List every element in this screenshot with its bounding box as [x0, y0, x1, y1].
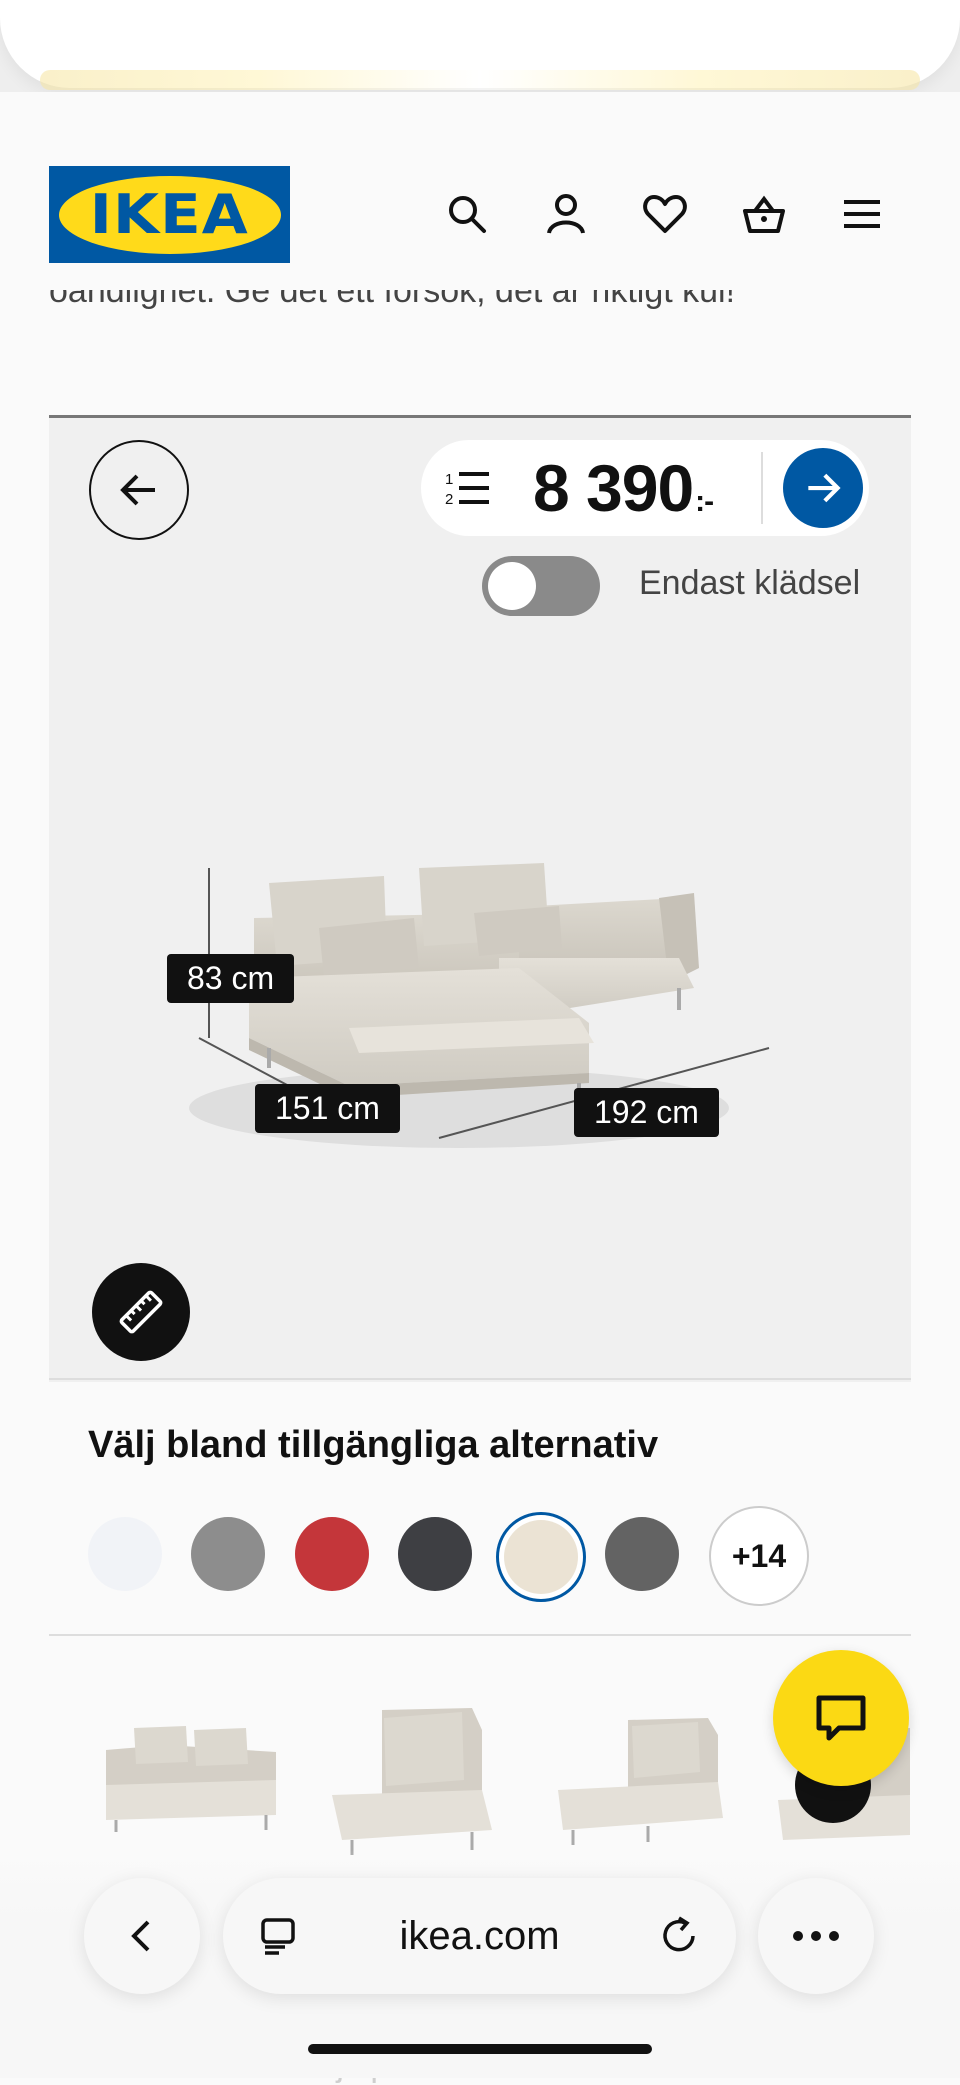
intro-text-content: oändlighet. Ge det ett försök, det är ri… [49, 290, 736, 310]
module-thumbnail-chaise[interactable] [548, 1690, 738, 1870]
color-swatch-white[interactable] [88, 1517, 162, 1591]
total-price: 8 390:- [533, 450, 714, 526]
color-swatch-beige-selected[interactable] [496, 1512, 586, 1602]
profile-icon[interactable] [536, 184, 596, 244]
color-swatch-charcoal[interactable] [605, 1517, 679, 1591]
reload-icon[interactable] [657, 1914, 701, 1958]
color-swatch-beige [504, 1520, 578, 1594]
tab-icon[interactable] [259, 1916, 299, 1956]
menu-icon[interactable] [832, 184, 892, 244]
search-icon[interactable] [437, 184, 497, 244]
ruler-icon [119, 1290, 163, 1334]
separator [49, 1378, 911, 1380]
price-pill: 1 2 8 390:- [421, 440, 869, 536]
url-text: ikea.com [399, 1913, 560, 1958]
svg-text:2: 2 [445, 491, 453, 508]
more-options-button[interactable] [758, 1878, 874, 1994]
chat-button[interactable] [773, 1650, 909, 1786]
home-indicator [308, 2044, 652, 2054]
height-dimension-label: 83 cm [167, 954, 295, 1003]
module-thumbnail-armchair[interactable] [322, 1690, 512, 1870]
sofa-configurator: 1 2 8 390:- Endast klädsel 83 cm 151 cm … [49, 415, 911, 1382]
color-swatch-dark-grey[interactable] [398, 1517, 472, 1591]
logo-text: IKEA [89, 183, 250, 246]
continue-button[interactable] [783, 448, 863, 528]
heart-icon[interactable] [635, 184, 695, 244]
options-title: Välj bland tillgängliga alternativ [88, 1424, 659, 1466]
status-bar [0, 0, 960, 92]
price-suffix: :- [695, 485, 714, 518]
chat-bubble-icon [816, 1695, 866, 1741]
color-swatch-grey[interactable] [191, 1517, 265, 1591]
ellipsis-icon [793, 1931, 839, 1941]
width-dimension-label: 192 cm [574, 1088, 719, 1137]
svg-text:1: 1 [445, 471, 453, 488]
logo-oval: IKEA [58, 175, 281, 254]
back-button[interactable] [89, 440, 189, 540]
price-value: 8 390 [533, 451, 694, 525]
browser-back-button[interactable] [84, 1878, 200, 1994]
sofa-render [189, 863, 770, 1148]
price-divider [761, 452, 763, 524]
module-thumbnail-loveseat[interactable] [96, 1690, 286, 1870]
depth-dimension-label: 151 cm [255, 1084, 400, 1133]
arrow-right-icon [808, 473, 841, 503]
upholstery-only-toggle[interactable] [482, 556, 600, 616]
status-bar-tint [40, 70, 920, 90]
more-colors-button[interactable]: +14 [709, 1506, 809, 1606]
measurements-button[interactable] [92, 1263, 190, 1361]
chevron-left-icon [131, 1920, 150, 1952]
separator [49, 1634, 911, 1636]
toggle-knob [488, 562, 536, 610]
arrow-left-icon [120, 474, 155, 506]
numbered-list-icon[interactable]: 1 2 [445, 468, 489, 508]
basket-icon[interactable] [734, 184, 794, 244]
intro-text: oändlighet. Ge det ett försök, det är ri… [49, 290, 909, 330]
ikea-logo[interactable]: IKEA [49, 166, 290, 263]
upholstery-only-label: Endast klädsel [639, 564, 861, 602]
color-swatch-red[interactable] [295, 1517, 369, 1591]
address-bar[interactable]: ikea.com [223, 1878, 736, 1994]
